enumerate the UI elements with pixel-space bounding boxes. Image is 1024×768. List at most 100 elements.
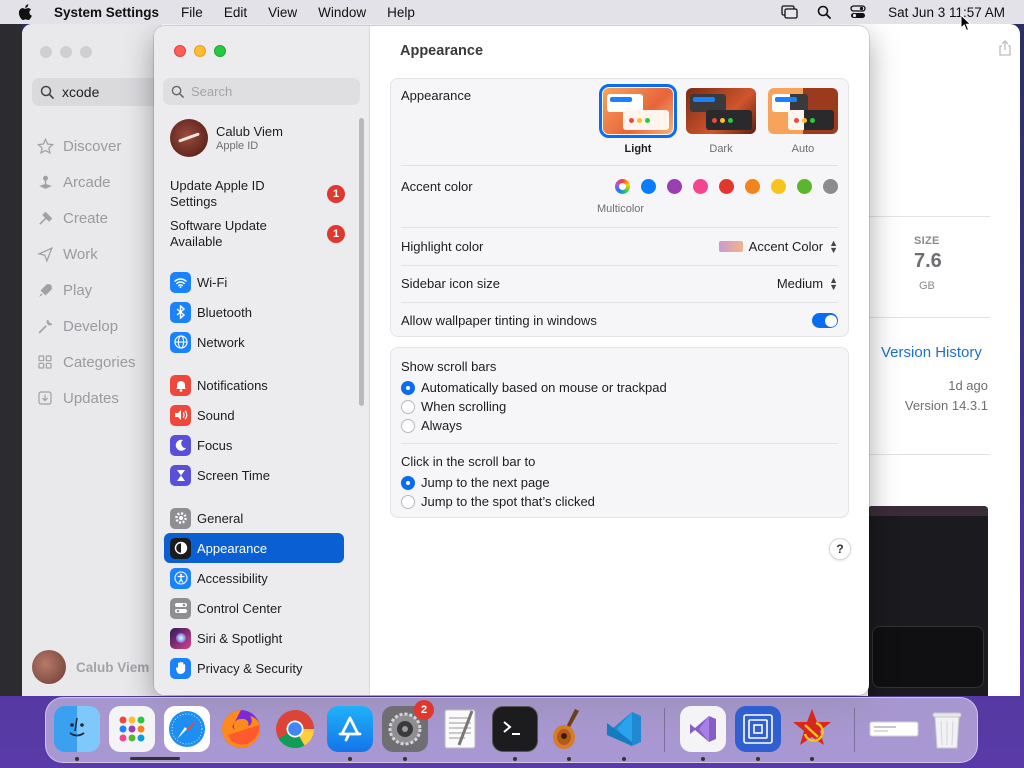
minimize-button[interactable]	[60, 46, 72, 58]
sidebar-item-notifications[interactable]: Notifications	[164, 370, 344, 400]
jump-next-page-radio[interactable]: Jump to the next page	[401, 473, 838, 492]
theme-light-option[interactable]: Light	[599, 84, 677, 155]
wallpaper-tinting-toggle[interactable]	[812, 313, 838, 328]
sidebar-item-label: Bluetooth	[197, 304, 252, 320]
sidebar-item-network[interactable]: Network	[164, 327, 344, 357]
nav-label: Work	[63, 245, 98, 263]
nav-discover[interactable]: Discover	[36, 128, 136, 164]
sidebar-item-privacy-security[interactable]: Privacy & Security	[164, 653, 344, 683]
sidebar-item-label: Screen Time	[197, 467, 270, 483]
accent-multicolor-swatch[interactable]	[615, 179, 630, 194]
accent-yellow-swatch[interactable]	[771, 179, 786, 194]
radio-button[interactable]	[401, 475, 415, 490]
update-apple-id-item[interactable]: Update Apple ID Settings 1	[170, 178, 360, 210]
nav-categories[interactable]: Categories	[36, 344, 136, 380]
app-store-search-value[interactable]: xcode	[62, 84, 99, 100]
nav-create[interactable]: Create	[36, 200, 136, 236]
accent-graphite-swatch[interactable]	[823, 179, 838, 194]
sidebar-item-bluetooth[interactable]: Bluetooth	[164, 297, 344, 327]
sidebar-item-accessibility[interactable]: Accessibility	[164, 563, 344, 593]
help-button[interactable]: ?	[829, 538, 851, 560]
zoom-button[interactable]	[214, 45, 226, 57]
menu-window[interactable]: Window	[318, 5, 366, 20]
highlight-color-popup[interactable]: Accent Color ▲ ▼	[718, 238, 838, 254]
menu-view[interactable]: View	[268, 5, 297, 20]
trash-icon[interactable]	[924, 706, 970, 752]
nav-develop[interactable]: Develop	[36, 308, 136, 344]
menu-edit[interactable]: Edit	[224, 5, 247, 20]
radio-button[interactable]	[401, 494, 415, 509]
sidebar-item-siri-spotlight[interactable]: Siri & Spotlight	[164, 623, 344, 653]
close-button[interactable]	[40, 46, 52, 58]
window-preview-icon[interactable]	[868, 706, 920, 752]
spotlight-search-icon[interactable]	[817, 5, 832, 19]
settings-search-field[interactable]	[163, 78, 360, 105]
accent-red-swatch[interactable]	[719, 179, 734, 194]
sidebar-scrollbar[interactable]	[359, 118, 364, 406]
chevron-updown-icon: ▲ ▼	[829, 274, 838, 292]
firefox-icon[interactable]	[218, 706, 264, 752]
sidebar-item-focus[interactable]: Focus	[164, 430, 344, 460]
theme-auto-option[interactable]: Auto	[766, 88, 840, 155]
accent-orange-swatch[interactable]	[745, 179, 760, 194]
menu-help[interactable]: Help	[387, 5, 415, 20]
sidebar-item-general[interactable]: General	[164, 503, 344, 533]
apple-id-profile[interactable]: Calub Viem Apple ID	[170, 119, 283, 157]
sidebar-item-screen-time[interactable]: Screen Time	[164, 460, 344, 490]
share-icon[interactable]	[998, 40, 1012, 56]
scroll-when-scrolling-radio[interactable]: When scrolling	[401, 397, 838, 416]
radio-button[interactable]	[401, 418, 415, 433]
accent-blue-swatch[interactable]	[641, 179, 656, 194]
zoom-button[interactable]	[80, 46, 92, 58]
sidebar-item-appearance[interactable]: Appearance	[164, 533, 344, 563]
menu-app-name[interactable]: System Settings	[54, 5, 159, 20]
dock-badge: 2	[414, 700, 434, 720]
minimize-button[interactable]	[194, 45, 206, 57]
archive-icon[interactable]	[735, 706, 781, 752]
visualstudio-icon[interactable]	[680, 706, 726, 752]
finder-icon[interactable]	[54, 706, 100, 752]
chrome-icon[interactable]	[272, 706, 318, 752]
nav-work[interactable]: Work	[36, 236, 136, 272]
nav-play[interactable]: Play	[36, 272, 136, 308]
radio-button[interactable]	[401, 399, 415, 414]
apple-logo-icon[interactable]	[18, 4, 34, 20]
joystick-icon	[36, 173, 54, 191]
software-update-item[interactable]: Software Update Available 1	[170, 218, 360, 250]
nav-label: Develop	[63, 317, 119, 335]
accent-purple-swatch[interactable]	[667, 179, 682, 194]
accent-pink-swatch[interactable]	[693, 179, 708, 194]
sidebar-item-wifi[interactable]: Wi-Fi	[164, 267, 344, 297]
search-input[interactable]	[191, 84, 351, 99]
scroll-auto-radio[interactable]: Automatically based on mouse or trackpad	[401, 378, 838, 397]
radio-button[interactable]	[401, 380, 415, 395]
sidebar-item-sound[interactable]: Sound	[164, 400, 344, 430]
garageband-icon[interactable]	[546, 706, 592, 752]
app-store-search-field[interactable]: xcode	[32, 78, 172, 106]
menu-file[interactable]: File	[181, 5, 203, 20]
textedit-icon[interactable]	[437, 706, 483, 752]
nav-updates[interactable]: Updates	[36, 380, 136, 416]
appstore-icon[interactable]	[327, 706, 373, 752]
app-store-account[interactable]: Calub Viem	[32, 650, 149, 684]
menu-clock[interactable]: Sat Jun 3 11:57 AM	[888, 5, 1005, 20]
nav-arcade[interactable]: Arcade	[36, 164, 136, 200]
terminal-icon[interactable]	[492, 706, 538, 752]
version-history-link[interactable]: Version History	[881, 344, 982, 361]
nav-label: Create	[63, 209, 109, 227]
app-screenshot[interactable]	[868, 506, 988, 696]
jump-to-spot-radio[interactable]: Jump to the spot that’s clicked	[401, 492, 838, 511]
scroll-always-radio[interactable]: Always	[401, 416, 838, 435]
vscode-icon[interactable]	[601, 706, 647, 752]
safari-icon[interactable]	[164, 706, 210, 752]
accent-green-swatch[interactable]	[797, 179, 812, 194]
theme-dark-option[interactable]: Dark	[684, 88, 758, 155]
screen-mirroring-icon[interactable]	[781, 5, 798, 19]
sidebar-item-control-center[interactable]: Control Center	[164, 593, 344, 623]
control-center-icon[interactable]	[850, 5, 866, 19]
launchpad-icon[interactable]	[109, 706, 155, 752]
sidebar-icon-size-popup[interactable]: Medium ▲ ▼	[777, 274, 838, 292]
hammer-sickle-icon[interactable]	[789, 706, 835, 752]
settings-content: Appearance Appearance Light Dark Auto Ac…	[370, 26, 869, 695]
close-button[interactable]	[174, 45, 186, 57]
